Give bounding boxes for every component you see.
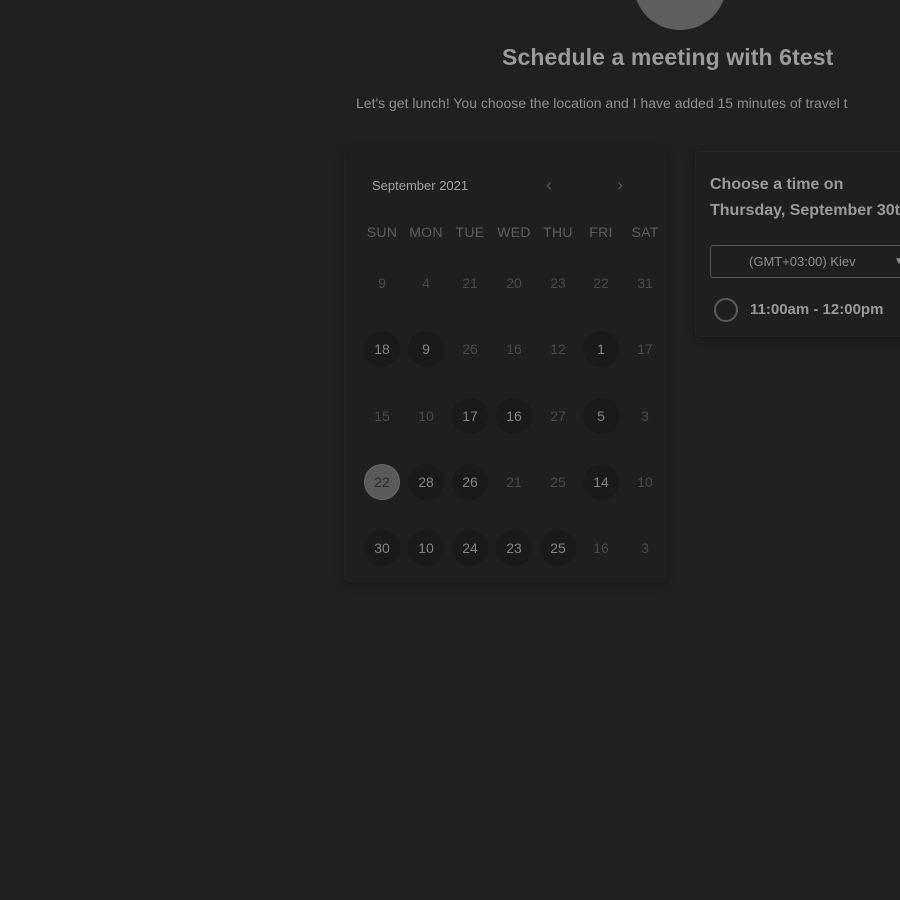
calendar-day[interactable]: 30 xyxy=(364,530,400,566)
calendar-day: 16 xyxy=(593,540,609,556)
weekday-label-sat: SAT xyxy=(631,224,659,240)
calendar-day: 27 xyxy=(550,408,566,424)
page-title: Schedule a meeting with 6test xyxy=(502,44,834,70)
calendar-day: 23 xyxy=(550,275,566,291)
calendar-day: 12 xyxy=(550,341,566,357)
calendar-day[interactable]: 28 xyxy=(408,464,444,500)
calendar-day: 17 xyxy=(637,341,653,357)
calendar-day: 3 xyxy=(641,408,649,424)
weekday-label-tue: TUE xyxy=(455,224,485,240)
calendar-day[interactable]: 16 xyxy=(496,398,532,434)
calendar-day: 10 xyxy=(637,474,653,490)
time-selection-panel: Choose a time on Thursday, September 30t… xyxy=(696,152,900,336)
calendar-day: 3 xyxy=(641,540,649,556)
scheduling-page: Schedule a meeting with 6test Let's get … xyxy=(0,0,900,900)
calendar-day[interactable]: 5 xyxy=(583,398,619,434)
weekday-label-thu: THU xyxy=(543,224,573,240)
calendar-day: 22 xyxy=(593,275,609,291)
next-month-chevron-right-icon[interactable]: › xyxy=(609,175,631,199)
calendar-day: 31 xyxy=(637,275,653,291)
calendar-day[interactable]: 14 xyxy=(583,464,619,500)
meeting-description: Let's get lunch! You choose the location… xyxy=(356,95,848,111)
calendar-day: 4 xyxy=(422,275,430,291)
calendar-day[interactable]: 1 xyxy=(583,331,619,367)
calendar-day[interactable]: 23 xyxy=(496,530,532,566)
calendar-day: 21 xyxy=(462,275,478,291)
time-slot-label: 11:00am - 12:00pm xyxy=(750,301,884,318)
calendar-day: 20 xyxy=(506,275,522,291)
calendar-month-label: September 2021 xyxy=(372,178,469,193)
calendar-day-selected[interactable]: 22 xyxy=(364,464,400,500)
previous-month-chevron-left-icon[interactable]: ‹ xyxy=(538,175,560,199)
calendar-day: 15 xyxy=(374,408,390,424)
calendar-day[interactable]: 17 xyxy=(452,398,488,434)
weekday-label-wed: WED xyxy=(497,224,531,240)
time-panel-heading: Choose a time on Thursday, September 30t… xyxy=(710,176,900,219)
weekday-label-mon: MON xyxy=(409,224,443,240)
calendar-day[interactable]: 26 xyxy=(452,464,488,500)
calendar-day: 26 xyxy=(462,341,478,357)
timezone-value: (GMT+03:00) Kiev xyxy=(749,254,856,269)
timezone-select[interactable]: (GMT+03:00) Kiev ▼ xyxy=(710,245,900,278)
weekday-label-sun: SUN xyxy=(366,224,398,240)
calendar-day[interactable]: 24 xyxy=(452,530,488,566)
time-slot-radio[interactable] xyxy=(714,298,738,322)
calendar-day[interactable]: 25 xyxy=(540,530,576,566)
date-picker-calendar: September 2021 ‹ › SUN MON TUE WED THU FRI SAT… xyxy=(345,151,665,581)
calendar-day: 10 xyxy=(418,408,434,424)
calendar-day: 16 xyxy=(506,341,522,357)
host-avatar xyxy=(634,0,726,30)
calendar-day: 9 xyxy=(378,275,386,291)
calendar-day[interactable]: 18 xyxy=(364,331,400,367)
weekday-label-fri: FRI xyxy=(589,224,613,240)
calendar-day: 25 xyxy=(550,474,566,490)
calendar-day[interactable]: 9 xyxy=(408,331,444,367)
calendar-day[interactable]: 10 xyxy=(408,530,444,566)
chevron-down-icon: ▼ xyxy=(894,256,900,267)
calendar-day: 21 xyxy=(506,474,522,490)
